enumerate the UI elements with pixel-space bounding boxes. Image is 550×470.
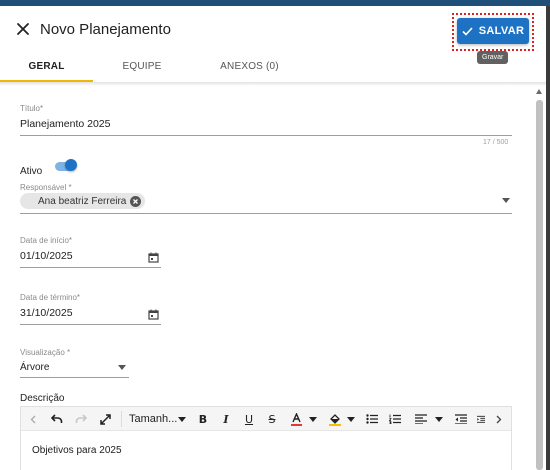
titulo-counter: 17 / 500	[483, 139, 509, 146]
data-inicio-label: Data de início*	[20, 236, 73, 245]
highlight-dropdown-icon[interactable]	[347, 417, 355, 422]
tab-anexos[interactable]: ANEXOS (0)	[191, 50, 308, 82]
align-icon[interactable]	[414, 411, 427, 427]
editor-toolbar: Tamanh... B I U S	[21, 407, 511, 431]
data-termino-underline	[20, 324, 161, 325]
visualizacao-select[interactable]: Árvore	[20, 362, 49, 373]
strikethrough-icon[interactable]: S	[266, 411, 278, 427]
save-button-label: SALVAR	[478, 25, 525, 37]
descricao-label: Descrição	[20, 393, 65, 404]
titulo-input[interactable]: Planejamento 2025	[20, 118, 111, 130]
save-button[interactable]: SALVAR	[457, 18, 529, 44]
toolbar-scroll-left-icon[interactable]	[27, 411, 39, 427]
data-termino-input[interactable]: 31/10/2025	[20, 307, 73, 319]
form-content: Título* Planejamento 2025 17 / 500 Ativo…	[0, 86, 530, 470]
numbered-list-icon[interactable]	[388, 411, 401, 427]
titulo-underline	[20, 135, 512, 136]
toolbar-separator	[121, 411, 122, 427]
visualizacao-dropdown-icon[interactable]	[118, 365, 126, 370]
italic-icon[interactable]: I	[220, 411, 232, 427]
calendar-icon[interactable]	[148, 307, 159, 320]
align-dropdown-icon[interactable]	[435, 417, 443, 422]
check-icon	[462, 26, 473, 36]
scrollbar-thumb[interactable]	[536, 100, 543, 470]
titulo-label: Título*	[20, 104, 44, 113]
responsavel-chip-label: Ana beatriz Ferreira	[38, 195, 127, 207]
font-color-icon[interactable]	[290, 411, 302, 427]
redo-icon[interactable]	[74, 411, 88, 427]
responsavel-underline	[20, 213, 512, 214]
tab-bar: GERAL EQUIPE ANEXOS (0)	[0, 50, 546, 82]
underline-icon[interactable]: U	[243, 411, 255, 427]
calendar-icon[interactable]	[148, 250, 159, 263]
responsavel-chip[interactable]: Ana beatriz Ferreira	[20, 193, 146, 209]
indent-icon[interactable]	[477, 411, 485, 427]
data-inicio-underline	[20, 267, 161, 268]
bold-icon[interactable]: B	[197, 411, 209, 427]
ativo-label: Ativo	[20, 166, 43, 177]
page-scrollbar[interactable]	[546, 6, 550, 470]
responsavel-label: Responsável *	[20, 183, 72, 192]
data-inicio-input[interactable]: 01/10/2025	[20, 250, 73, 262]
bullet-list-icon[interactable]	[365, 411, 378, 427]
ativo-toggle-knob[interactable]	[65, 159, 77, 171]
outdent-icon[interactable]	[454, 411, 467, 427]
responsavel-dropdown-icon[interactable]	[502, 198, 510, 203]
font-size-dropdown-icon[interactable]	[178, 417, 186, 422]
chip-remove-icon[interactable]	[130, 195, 142, 207]
data-termino-label: Data de término*	[20, 293, 81, 302]
rich-text-editor: Tamanh... B I U S Objetivos para 2025	[20, 406, 512, 470]
dialog-scrollbar[interactable]	[535, 86, 544, 470]
font-size-select[interactable]: Tamanh...	[129, 411, 177, 427]
tab-equipe[interactable]: EQUIPE	[93, 50, 191, 82]
visualizacao-label: Visualização *	[20, 348, 71, 357]
fullscreen-icon[interactable]	[98, 411, 112, 427]
editor-content[interactable]: Objetivos para 2025	[32, 445, 122, 456]
toolbar-scroll-right-icon[interactable]	[493, 411, 505, 427]
highlight-color-icon[interactable]	[328, 411, 341, 427]
font-color-dropdown-icon[interactable]	[309, 417, 317, 422]
visualizacao-underline	[20, 377, 129, 378]
close-icon[interactable]	[14, 20, 32, 38]
tab-geral[interactable]: GERAL	[0, 50, 93, 82]
planning-dialog: Novo Planejamento SALVAR Gravar GERAL EQ…	[0, 6, 546, 470]
dialog-header: Novo Planejamento SALVAR Gravar	[0, 6, 546, 64]
undo-icon[interactable]	[50, 411, 64, 427]
scroll-up-icon[interactable]	[536, 89, 542, 94]
dialog-title: Novo Planejamento	[40, 21, 171, 38]
